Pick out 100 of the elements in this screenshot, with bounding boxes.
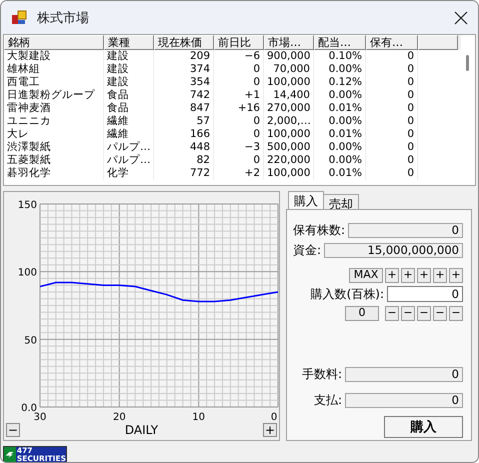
column-header[interactable]: 業種 [104, 35, 154, 50]
column-header[interactable]: 保有… [366, 35, 418, 50]
buy-button[interactable]: 購入 [384, 416, 463, 438]
table-cell: 900,000 [264, 50, 314, 63]
increment-button[interactable]: + [433, 268, 447, 282]
table-cell: 0.01% [314, 102, 366, 115]
increment-button[interactable]: + [417, 268, 431, 282]
table-cell: 209 [154, 50, 214, 63]
table-cell: 100,000 [264, 167, 314, 180]
table-cell: 57 [154, 115, 214, 128]
column-header[interactable]: 現在株価 [154, 35, 214, 50]
x-tick-label: 0 [270, 412, 278, 422]
table-cell: 100,000 [264, 128, 314, 141]
table-cell: 0.00% [314, 141, 366, 154]
reset-button[interactable]: 0 [345, 306, 379, 320]
x-tick-label: 30 [34, 412, 46, 422]
table-cell: 500,000 [264, 141, 314, 154]
table-cell: パルプ… [104, 141, 154, 154]
field-label: 購入数(百株): [310, 286, 384, 302]
table-cell: 0.10% [314, 50, 366, 63]
table-cell: 220,000 [264, 154, 314, 167]
table-cell: 0 [214, 154, 264, 167]
table-cell: 0 [214, 63, 264, 76]
increment-button[interactable]: + [401, 268, 415, 282]
readonly-field: 15,000,000,000 [324, 242, 463, 258]
table-cell: +2 [214, 167, 264, 180]
table-cell: 0 [214, 115, 264, 128]
decrement-button[interactable]: − [417, 306, 431, 320]
table-cell: 雷神麦酒 [4, 102, 104, 115]
max-button[interactable]: MAX [349, 268, 383, 282]
decrement-button[interactable]: − [385, 306, 399, 320]
table-cell: 0 [366, 128, 418, 141]
increment-button[interactable]: + [449, 268, 463, 282]
table-cell: 食品 [104, 89, 154, 102]
table-cell: +1 [214, 89, 264, 102]
table-cell: 0 [366, 76, 418, 89]
table-cell: 448 [154, 141, 214, 154]
table-cell: 建設 [104, 63, 154, 76]
field-label: 資金: [293, 242, 322, 258]
table-cell: 大製建設 [4, 50, 104, 63]
field-label: 支払: [314, 392, 342, 408]
decrement-button[interactable]: − [449, 306, 463, 320]
decrement-button[interactable]: − [401, 306, 415, 320]
readonly-field: 0 [348, 222, 463, 238]
column-header[interactable]: 前日比 [214, 35, 264, 50]
tab[interactable]: 購入 [288, 191, 324, 209]
table-cell: 0.01% [314, 167, 366, 180]
table-cell: 354 [154, 76, 214, 89]
table-cell: 建設 [104, 50, 154, 63]
y-tick-label: 0.0 [21, 403, 37, 414]
table-cell: 0.00% [314, 63, 366, 76]
field-label: 手数料: [302, 366, 342, 382]
table-cell: 0 [366, 102, 418, 115]
table-cell: 0 [214, 76, 264, 89]
table-cell: 0.00% [314, 115, 366, 128]
table-cell: 大レ [4, 128, 104, 141]
field-label: 保有株数: [293, 222, 346, 238]
y-tick-label: 50 [24, 335, 37, 346]
quantity-field[interactable]: 0 [387, 286, 463, 302]
table-cell: 西電工 [4, 76, 104, 89]
column-header[interactable]: 市場… [264, 35, 314, 50]
table-cell: 374 [154, 63, 214, 76]
table-cell: 0 [366, 115, 418, 128]
readonly-field: 0 [345, 392, 463, 408]
table-cell: 五菱製紙 [4, 154, 104, 167]
table-cell: 0.00% [314, 89, 366, 102]
zoom-out-button[interactable]: − [6, 423, 20, 437]
table-cell: 70,000 [264, 63, 314, 76]
zoom-in-button[interactable]: + [262, 423, 277, 437]
increment-button[interactable]: + [385, 268, 399, 282]
window-title: 株式市場 [37, 10, 90, 26]
table-cell: 847 [154, 102, 214, 115]
table-cell: 166 [154, 128, 214, 141]
table-cell: 食品 [104, 102, 154, 115]
y-tick-label: 150 [18, 200, 37, 211]
y-tick-label: 100 [18, 268, 37, 279]
table-cell: 0 [366, 63, 418, 76]
close-icon[interactable] [454, 10, 468, 24]
table-cell: 繊維 [104, 115, 154, 128]
tab[interactable]: 売却 [323, 194, 359, 209]
table-cell: +16 [214, 102, 264, 115]
column-header[interactable]: 銘柄 [4, 35, 104, 50]
table-cell: −3 [214, 141, 264, 154]
table-cell: 0 [366, 89, 418, 102]
table-cell: 0.01% [314, 128, 366, 141]
table-cell: −6 [214, 50, 264, 63]
column-header[interactable]: 配当… [314, 35, 366, 50]
table-cell: パルプ… [104, 154, 154, 167]
table-cell: 2,000,… [264, 115, 314, 128]
table-cell: 0 [366, 141, 418, 154]
decrement-button[interactable]: − [433, 306, 447, 320]
table-cell: 0.12% [314, 76, 366, 89]
table-cell: ユニニカ [4, 115, 104, 128]
table-cell: 繊維 [104, 128, 154, 141]
table-cell: 渋澤製紙 [4, 141, 104, 154]
readonly-field: 0 [345, 366, 463, 382]
table-cell: 14,400 [264, 89, 314, 102]
table-cell: 碁羽化学 [4, 167, 104, 180]
table-cell: 772 [154, 167, 214, 180]
scrollbar-thumb[interactable] [466, 55, 469, 71]
